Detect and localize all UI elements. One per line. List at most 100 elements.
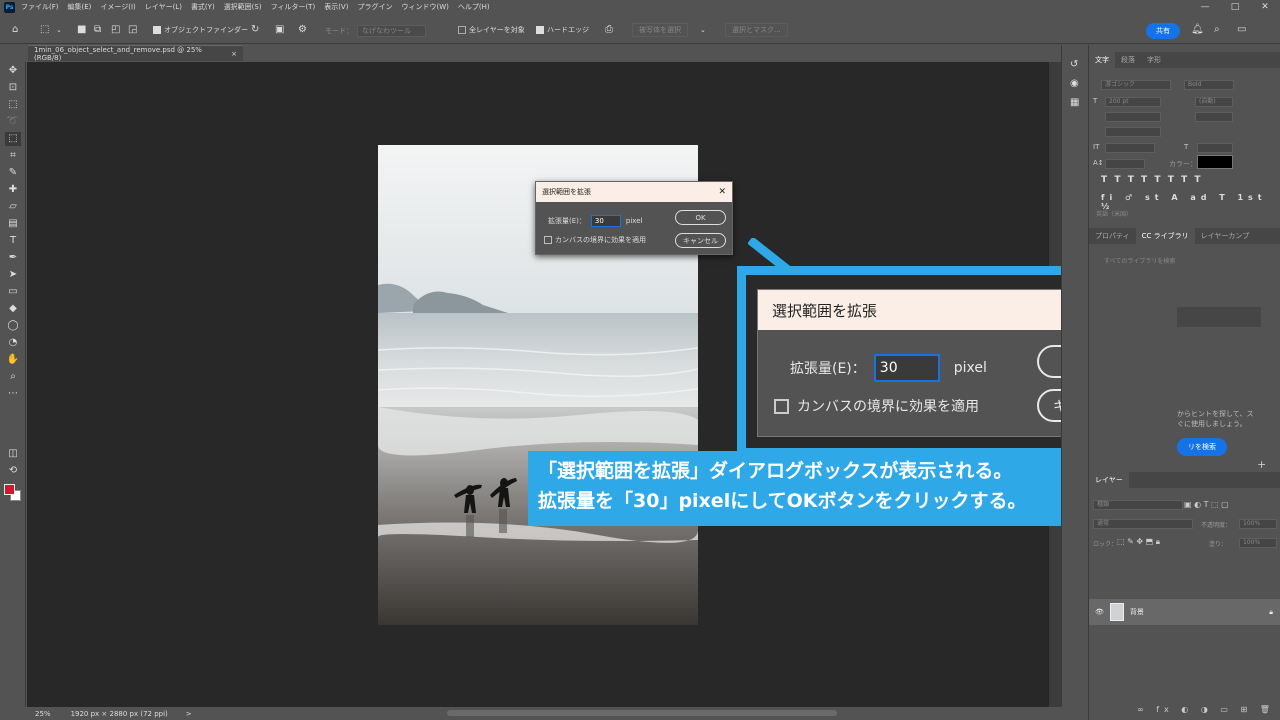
tab-layer-comps[interactable]: レイヤーカンプ bbox=[1195, 228, 1256, 244]
eyedropper-tool-icon[interactable]: ✎ bbox=[5, 166, 21, 180]
leading-field[interactable]: (自動) bbox=[1195, 97, 1233, 107]
horizontal-scrollbar-thumb[interactable] bbox=[447, 710, 837, 716]
canvas-bounds-checkbox[interactable]: カンバスの境界に効果を適用 bbox=[774, 396, 979, 416]
tab-layers[interactable]: レイヤー bbox=[1089, 472, 1129, 488]
blend-mode-select[interactable]: 通常 bbox=[1093, 519, 1193, 529]
menu-file[interactable]: ファイル(F) bbox=[21, 2, 59, 12]
workspace-icon[interactable]: ▭ bbox=[1237, 24, 1246, 35]
fill-field[interactable]: 100% bbox=[1239, 538, 1277, 548]
lock-icons[interactable]: ⬚ ✎ ✥ ⬒ 🔒︎ bbox=[1117, 537, 1160, 547]
menu-type[interactable]: 書式(Y) bbox=[191, 2, 215, 12]
zoom-tool-icon[interactable]: ⌕ bbox=[5, 370, 21, 384]
path-select-tool-icon[interactable]: ➤ bbox=[5, 268, 21, 282]
screen-mode-icon[interactable]: ⟲ bbox=[5, 464, 21, 478]
layer-kind-filter[interactable]: 種類 bbox=[1093, 500, 1183, 510]
subtract-selection-icon[interactable]: ◰ bbox=[111, 24, 120, 35]
menu-plugins[interactable]: プラグイン bbox=[357, 2, 392, 12]
menu-layer[interactable]: レイヤー(L) bbox=[145, 2, 182, 12]
layer-row-background[interactable]: 👁︎ 背景 🔒︎ bbox=[1089, 599, 1280, 625]
tab-glyphs[interactable]: 字形 bbox=[1141, 52, 1167, 68]
select-subject-icon[interactable]: ⎙ bbox=[605, 24, 613, 35]
tab-cc-libraries[interactable]: CC ライブラリ bbox=[1135, 228, 1195, 244]
baseline-shift-field[interactable] bbox=[1105, 159, 1145, 169]
more-tools-icon[interactable]: ⋯ bbox=[5, 387, 21, 401]
expand-amount-input[interactable]: 30 bbox=[873, 354, 940, 382]
tab-properties[interactable]: プロパティ bbox=[1089, 228, 1136, 244]
object-finder-toggle[interactable]: オブジェクトファインダー bbox=[153, 25, 248, 35]
zoom-level[interactable]: 25% bbox=[35, 710, 51, 718]
horizontal-scale-field[interactable] bbox=[1197, 143, 1233, 153]
opacity-field[interactable]: 100% bbox=[1239, 519, 1277, 529]
quick-mask-icon[interactable]: ◫ bbox=[5, 447, 21, 461]
expand-amount-input[interactable]: 30 bbox=[590, 215, 621, 227]
font-family-select[interactable]: 游ゴシック bbox=[1101, 80, 1171, 90]
healing-brush-icon[interactable]: ✚ bbox=[5, 183, 21, 197]
history-icon[interactable]: ↺ bbox=[1070, 59, 1078, 70]
paint-bucket-icon[interactable]: ◆ bbox=[5, 302, 21, 316]
type-tool-icon[interactable]: T bbox=[5, 234, 21, 248]
all-layers-checkbox[interactable]: 全レイヤーを対象 bbox=[458, 25, 525, 35]
show-objects-icon[interactable]: ▣ bbox=[275, 24, 284, 35]
menu-select[interactable]: 選択範囲(S) bbox=[224, 2, 262, 12]
hard-edge-checkbox[interactable]: ハードエッジ bbox=[536, 25, 589, 35]
minimize-button[interactable]: — bbox=[1190, 0, 1220, 14]
artboard-tool-icon[interactable]: ⊡ bbox=[5, 81, 21, 95]
plus-icon[interactable]: + bbox=[1257, 458, 1266, 471]
bell-icon[interactable]: 🔔︎ bbox=[1191, 24, 1204, 35]
refresh-icon[interactable]: ↻ bbox=[251, 24, 259, 35]
close-tab-icon[interactable]: × bbox=[231, 50, 237, 58]
select-subject-button[interactable]: 被写体を選択 bbox=[632, 23, 688, 37]
crop-tool-icon[interactable]: ⌗ bbox=[5, 149, 21, 163]
tab-paragraph[interactable]: 段落 bbox=[1115, 52, 1141, 68]
color-wheel-icon[interactable]: ◉ bbox=[1070, 78, 1079, 89]
text-style-buttons[interactable]: TTTTTTTT bbox=[1101, 175, 1208, 185]
tracking-field[interactable] bbox=[1195, 112, 1233, 122]
kerning-field[interactable] bbox=[1105, 112, 1161, 122]
chevron-down-icon[interactable]: ⌄ bbox=[56, 26, 62, 34]
layer-filter-icons[interactable]: ▣ ◐ T ⬚ ▢ bbox=[1184, 500, 1229, 509]
share-button[interactable]: 共有 bbox=[1146, 23, 1180, 39]
gradient-tool-icon[interactable]: ▤ bbox=[5, 217, 21, 231]
menu-edit[interactable]: 編集(E) bbox=[68, 2, 92, 12]
close-icon[interactable]: ✕ bbox=[718, 187, 726, 197]
cancel-button[interactable]: キャンセル bbox=[675, 233, 726, 248]
font-size-field[interactable]: 200 pt bbox=[1105, 97, 1161, 107]
select-and-mask-button[interactable]: 選択とマスク... bbox=[725, 23, 788, 37]
library-search-input[interactable]: すべてのライブラリを検索 bbox=[1101, 258, 1271, 268]
foreground-color-swatch[interactable] bbox=[4, 484, 15, 495]
maximize-button[interactable]: □ bbox=[1220, 0, 1250, 14]
close-window-button[interactable]: ✕ bbox=[1250, 0, 1280, 14]
text-color-swatch[interactable] bbox=[1197, 155, 1233, 169]
eraser-tool-icon[interactable]: ▱ bbox=[5, 200, 21, 214]
search-icon[interactable]: ⌕ bbox=[1214, 24, 1220, 35]
chevron-down-icon[interactable]: ⌄ bbox=[700, 26, 706, 34]
hand-tool-icon[interactable]: ✋ bbox=[5, 353, 21, 367]
object-select-tool-icon[interactable]: ⬚ bbox=[5, 132, 21, 146]
tsume-field[interactable] bbox=[1105, 127, 1161, 137]
move-tool-icon[interactable]: ✥ bbox=[5, 64, 21, 78]
opentype-buttons[interactable]: fi ♂ st A ad T 1st ½ bbox=[1101, 193, 1280, 211]
library-search-button[interactable]: リを検索 bbox=[1177, 438, 1227, 456]
ok-button[interactable]: OK bbox=[675, 210, 726, 225]
tab-character[interactable]: 文字 bbox=[1089, 52, 1115, 68]
font-style-select[interactable]: Bold bbox=[1184, 80, 1234, 90]
pen-tool-icon[interactable]: ✒ bbox=[5, 251, 21, 265]
home-icon[interactable]: ⌂ bbox=[12, 24, 18, 35]
new-selection-icon[interactable]: ■ bbox=[77, 24, 86, 35]
object-select-tool-icon[interactable]: ⬚ bbox=[40, 24, 49, 35]
rectangle-tool-icon[interactable]: ▭ bbox=[5, 285, 21, 299]
language-select[interactable]: 英語（米国） bbox=[1093, 211, 1173, 221]
visibility-eye-icon[interactable]: 👁︎ bbox=[1095, 608, 1104, 616]
menu-image[interactable]: イメージ(I) bbox=[100, 2, 135, 12]
gear-icon[interactable]: ⚙ bbox=[298, 24, 307, 35]
swatches-icon[interactable]: ▦ bbox=[1070, 97, 1079, 108]
add-selection-icon[interactable]: ⧉ bbox=[94, 24, 101, 35]
menu-filter[interactable]: フィルター(T) bbox=[271, 2, 316, 12]
menu-window[interactable]: ウィンドウ(W) bbox=[401, 2, 448, 12]
document-tab[interactable]: 1min_06_object_select_and_remove.psd @ 2… bbox=[28, 45, 243, 62]
marquee-tool-icon[interactable]: ⬚ bbox=[5, 98, 21, 112]
vertical-scale-field[interactable] bbox=[1105, 143, 1155, 153]
status-menu-arrow[interactable]: > bbox=[186, 710, 192, 718]
menu-view[interactable]: 表示(V) bbox=[324, 2, 348, 12]
intersect-selection-icon[interactable]: ◲ bbox=[128, 24, 137, 35]
